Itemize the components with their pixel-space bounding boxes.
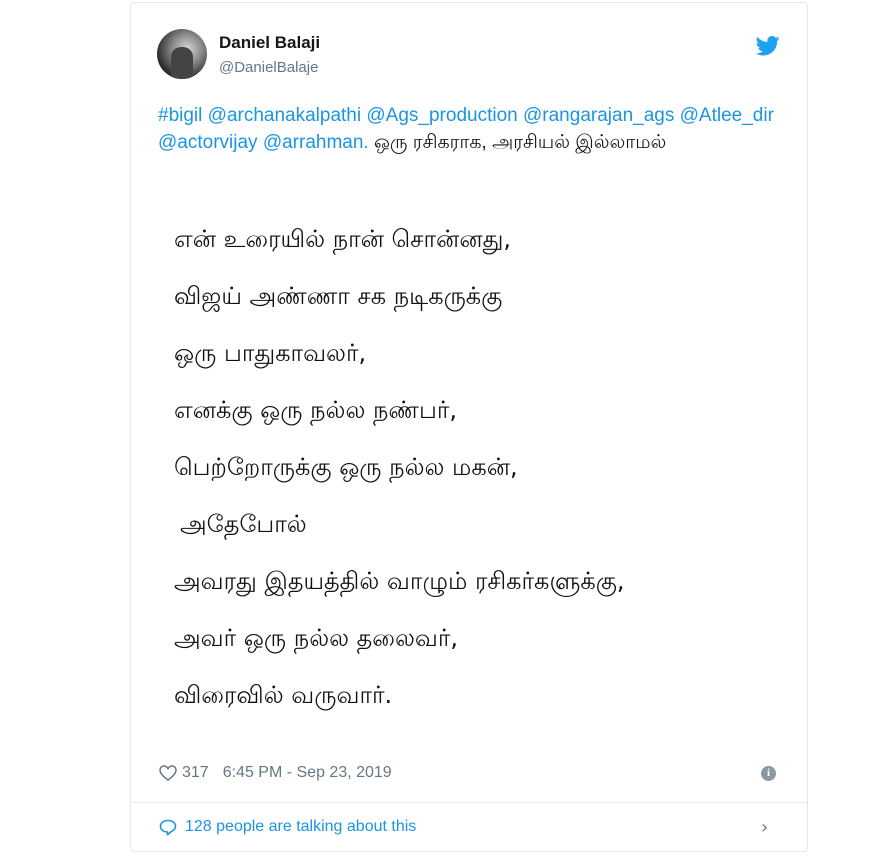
avatar[interactable] [157,29,207,79]
poem-line: பெற்றோருக்கு ஒரு நல்ல மகன், [174,453,518,481]
hashtag-link[interactable]: #bigil [158,105,202,126]
poem-line: அவர் ஒரு நல்ல தலைவர், [174,624,459,652]
speech-bubble-icon [159,819,177,836]
like-count[interactable]: 317 [182,764,209,782]
info-icon[interactable]: i [761,766,776,781]
talking-count: 128 people are talking about this [185,818,417,835]
poem-line: அவரது இதயத்தில் வாழும் ரசிகர்களுக்கு, [174,567,625,595]
poem-line: விஜய் அண்ணா சக நடிகருக்கு [174,282,503,310]
mention-link[interactable]: @actorvijay [158,132,258,153]
poem-line: என் உரையில் நான் சொன்னது, [174,225,512,253]
mention-link[interactable]: @Atlee_dir [680,105,774,126]
mention-link[interactable]: @arrahman. [263,132,369,153]
intro-text: ஒரு ரசிகராக, அரசியல் இல்லாமல் [374,132,667,153]
author-name[interactable]: Daniel Balaji [219,33,320,53]
tweet-card: Daniel Balaji @DanielBalaje #bigil @arch… [130,2,808,852]
heart-icon[interactable] [159,765,177,781]
mention-link[interactable]: @rangarajan_ags [523,105,674,126]
timestamp[interactable]: 6:45 PM - Sep 23, 2019 [223,764,392,782]
mention-link[interactable]: @Ags_production [366,105,517,126]
twitter-bird-icon[interactable] [756,36,780,56]
tweet-intro: #bigil @archanakalpathi @Ags_production … [158,102,778,156]
poem-line: விரைவில் வருவார். [174,681,393,709]
author-handle[interactable]: @DanielBalaje [219,59,318,76]
conversation-link[interactable]: 128 people are talking about this [159,818,416,836]
mention-link[interactable]: @archanakalpathi [208,105,361,126]
tweet-meta: 317 6:45 PM - Sep 23, 2019 [159,764,392,782]
divider [131,802,807,803]
poem-line: ஒரு பாதுகாவலர், [174,339,367,367]
chevron-right-icon[interactable]: › [761,817,768,838]
poem-line: அதேபோல் [180,510,307,538]
poem-line: எனக்கு ஒரு நல்ல நண்பர், [174,396,457,424]
